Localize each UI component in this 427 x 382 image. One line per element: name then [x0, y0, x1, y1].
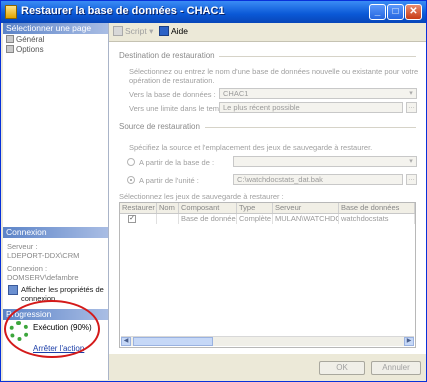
- col-database[interactable]: Base de données: [339, 203, 415, 213]
- script-icon: [113, 26, 123, 36]
- page-icon: [6, 35, 14, 43]
- connection-header: Connexion: [3, 227, 108, 238]
- device-browse-button[interactable]: …: [406, 174, 417, 185]
- device-path-field[interactable]: C:\watchdocstats_dat.bak: [233, 174, 403, 185]
- grid-header: Restaurer Nom Composant Type Serveur Bas…: [120, 203, 415, 214]
- col-server[interactable]: Serveur: [273, 203, 339, 213]
- restore-checkbox[interactable]: ✓: [128, 215, 136, 223]
- close-icon: ✕: [409, 6, 418, 17]
- name-cell: [157, 214, 179, 224]
- backup-sets-grid: Restaurer Nom Composant Type Serveur Bas…: [119, 202, 416, 348]
- chevron-down-icon: ▾: [146, 26, 154, 36]
- ok-button[interactable]: OK: [319, 361, 365, 375]
- window-title: Restaurer la base de données - CHAC1: [21, 5, 225, 17]
- server-cell: MULAN\WATCHDOC: [273, 214, 339, 224]
- target-db-value: CHAC1: [223, 89, 249, 98]
- component-cell: Base de données: [181, 214, 237, 224]
- target-db-select[interactable]: CHAC1 ▾: [219, 88, 417, 99]
- restore-cell: ✓: [120, 214, 157, 224]
- minimize-button[interactable]: _: [369, 4, 386, 20]
- destination-group-title: Destination de restauration: [119, 51, 215, 60]
- dialog-buttons: OK Annuler: [109, 354, 426, 381]
- from-database-select[interactable]: ▾: [233, 156, 417, 167]
- horizontal-scrollbar[interactable]: ◀ ▶: [121, 336, 414, 346]
- main-panel: Destination de restauration Sélectionnez…: [109, 42, 426, 354]
- nav-item-options-label: Options: [16, 45, 44, 54]
- target-db-label: Vers la base de données :: [129, 90, 216, 99]
- nav-item-general-label: Général: [16, 35, 45, 44]
- toolbar: Script ▾ Aide: [109, 23, 426, 42]
- script-button[interactable]: Script ▾: [113, 26, 153, 37]
- help-icon: [159, 26, 169, 36]
- nav-item-options[interactable]: Options: [6, 45, 44, 54]
- page-icon: [6, 45, 14, 53]
- point-in-time-browse-button[interactable]: …: [406, 102, 417, 113]
- from-database-label: A partir de la base de :: [139, 158, 215, 167]
- from-database-radio[interactable]: [127, 158, 135, 166]
- source-group-title: Source de restauration: [119, 122, 200, 131]
- maximize-icon: □: [392, 6, 399, 17]
- left-pane: Sélectionner une page Général Options Co…: [3, 23, 109, 380]
- chevron-down-icon: ▾: [409, 90, 413, 97]
- database-cell: watchdocstats: [339, 214, 415, 224]
- col-name[interactable]: Nom: [157, 203, 179, 213]
- restore-database-window: Restaurer la base de données - CHAC1 _ □…: [0, 0, 427, 382]
- server-label: Serveur :: [7, 242, 38, 251]
- type-cell: Complète: [239, 214, 273, 224]
- connection-label: Connexion :: [7, 264, 48, 273]
- database-icon: [5, 5, 17, 19]
- connection-value: DOMSERV\defambre: [7, 273, 79, 282]
- minimize-icon: _: [374, 6, 381, 17]
- source-description: Spécifiez la source et l'emplacement des…: [129, 143, 373, 152]
- divider: [219, 56, 416, 57]
- script-label: Script: [125, 26, 147, 36]
- point-in-time-field[interactable]: Le plus récent possible: [219, 102, 403, 113]
- close-button[interactable]: ✕: [405, 4, 422, 20]
- from-device-radio[interactable]: [127, 176, 135, 184]
- chevron-down-icon: ▾: [409, 158, 413, 165]
- col-type[interactable]: Type: [237, 203, 273, 213]
- maximize-button[interactable]: □: [387, 4, 404, 20]
- table-row[interactable]: ✓ Base de données Complète MULAN\WATCHDO…: [120, 214, 415, 224]
- from-device-label: A partir de l'unité :: [139, 176, 199, 185]
- scroll-left-icon[interactable]: ◀: [121, 337, 131, 346]
- server-value: LDEPORT-DDX\CRM: [7, 251, 80, 260]
- col-restore[interactable]: Restaurer: [120, 203, 157, 213]
- properties-icon: [8, 285, 18, 295]
- title-bar: Restaurer la base de données - CHAC1 _ □…: [1, 1, 426, 23]
- nav-item-general[interactable]: Général: [6, 35, 44, 44]
- highlight-ellipse: [4, 300, 100, 358]
- scrollbar-thumb[interactable]: [133, 337, 213, 346]
- help-label: Aide: [171, 26, 189, 36]
- backup-sets-label: Sélectionnez les jeux de sauvegarde à re…: [119, 192, 284, 201]
- select-page-header: Sélectionner une page: [3, 23, 108, 34]
- cancel-button[interactable]: Annuler: [371, 361, 421, 375]
- destination-description: Sélectionnez ou entrez le nom d'une base…: [129, 67, 419, 85]
- help-button[interactable]: Aide: [159, 26, 188, 36]
- divider: [205, 127, 416, 128]
- col-component[interactable]: Composant: [179, 203, 237, 213]
- scroll-right-icon[interactable]: ▶: [404, 337, 414, 346]
- point-in-time-label: Vers une limite dans le temps :: [129, 104, 232, 113]
